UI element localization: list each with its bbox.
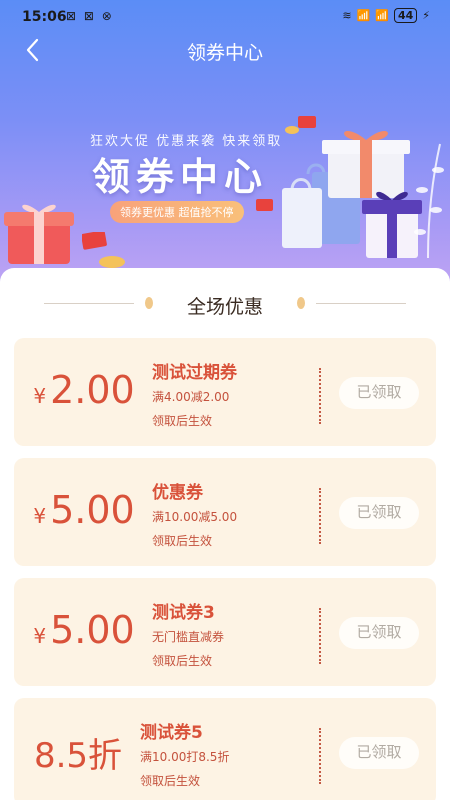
status-icons: ≋ 📶 📶 44 ⚡ (342, 8, 430, 23)
coupon-validity: 领取后生效 (140, 774, 201, 788)
coupon-amount: ¥5.00 (14, 488, 154, 532)
battery-icon: 44 (393, 8, 418, 23)
leaf-right-icon (297, 297, 305, 309)
nav-bar: 领券中心 (0, 30, 450, 70)
coupon-amount: ¥5.00 (14, 608, 154, 652)
coupon-name: 测试券3 (152, 603, 215, 623)
red-envelope-icon (82, 232, 107, 250)
hero-banner: 15:06 ⊠ ⊠ ⊗ ≋ 📶 📶 44 ⚡ 领券中心 狂欢大促 优惠来袭 快来… (0, 0, 450, 300)
signal-icon-2: 📶 (375, 9, 389, 22)
claimed-button[interactable]: 已领取 (339, 497, 419, 529)
coupon-name: 测试过期券 (152, 363, 237, 383)
coupon-name: 测试券5 (140, 723, 203, 743)
coupon-amount: ¥2.00 (14, 368, 154, 412)
coupon-divider (319, 368, 321, 424)
coupon-divider (319, 728, 321, 784)
coupon-rule: 满10.00打8.5折 (140, 750, 230, 764)
section-divider-right (316, 303, 406, 304)
coupon-amount: 8.5折 (14, 728, 138, 777)
banner-title: 领券中心 (92, 155, 269, 199)
coupon-panel: 全场优惠 ¥2.00 测试过期券 满4.00减2.00 领取后生效 已领取 ¥5… (0, 268, 450, 800)
section-header: 全场优惠 (0, 288, 450, 318)
gift-box-left-icon (4, 204, 74, 264)
leaf-decoration-icon (414, 143, 444, 259)
wifi-icon: ≋ (342, 9, 352, 22)
amount-value: 8.5折 (33, 736, 123, 776)
coupon-card: ¥5.00 测试券3 无门槛直减券 领取后生效 已领取 (14, 578, 436, 686)
coupon-name: 优惠券 (152, 483, 203, 503)
coupon-rule: 无门槛直减券 (152, 630, 225, 644)
coupon-validity: 领取后生效 (152, 414, 213, 428)
claimed-button[interactable]: 已领取 (339, 737, 419, 769)
coupon-validity: 领取后生效 (152, 654, 213, 668)
coupon-card: ¥5.00 优惠券 满10.00减5.00 领取后生效 已领取 (14, 458, 436, 566)
coupon-validity: 领取后生效 (152, 534, 213, 548)
currency-symbol: ¥ (33, 504, 47, 528)
coupon-card: 8.5折 测试券5 满10.00打8.5折 领取后生效 已领取 (14, 698, 436, 800)
currency-symbol: ¥ (33, 624, 47, 648)
page-title: 领券中心 (186, 42, 263, 64)
section-title: 全场优惠 (186, 296, 263, 318)
amount-value: 5.00 (50, 608, 135, 652)
claimed-button[interactable]: 已领取 (339, 377, 419, 409)
amount-value: 5.00 (50, 488, 135, 532)
notification-icons: ⊠ ⊠ ⊗ (66, 9, 114, 23)
currency-symbol: ¥ (33, 384, 47, 408)
signal-icon: 📶 (356, 9, 371, 22)
coupon-divider (319, 488, 321, 544)
coupon-divider (319, 608, 321, 664)
coupon-rule: 满10.00减5.00 (152, 510, 238, 524)
coupon-rule: 满4.00减2.00 (152, 390, 230, 404)
status-time: 15:06 (22, 9, 67, 25)
amount-value: 2.00 (50, 368, 135, 412)
banner-pill: 领券更优惠 超值抢不停 (110, 201, 244, 223)
claimed-button[interactable]: 已领取 (339, 617, 419, 649)
coupon-card: ¥2.00 测试过期券 满4.00减2.00 领取后生效 已领取 (14, 338, 436, 446)
charging-icon: ⚡ (422, 9, 430, 22)
